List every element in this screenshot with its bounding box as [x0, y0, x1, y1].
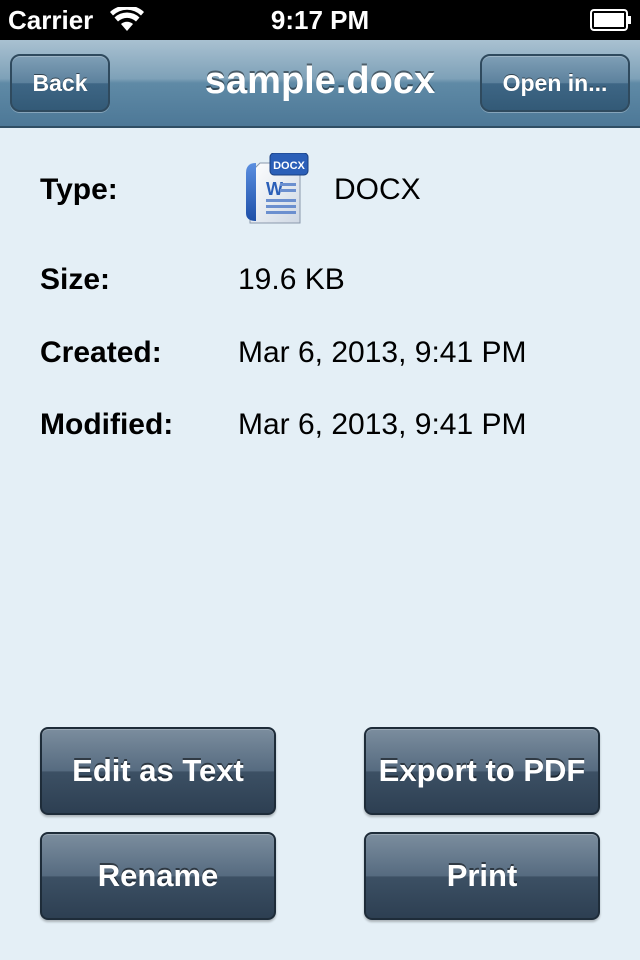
modified-value: Mar 6, 2013, 9:41 PM	[238, 408, 527, 441]
docx-file-icon: DOCX W	[246, 153, 309, 224]
status-bar: Carrier 9:17 PM	[0, 0, 640, 40]
size-label: Size:	[40, 263, 111, 296]
open-in-button[interactable]: Open in...	[480, 54, 630, 112]
created-value: Mar 6, 2013, 9:41 PM	[238, 336, 527, 369]
created-label: Created:	[40, 336, 162, 369]
navigation-bar: Back sample.docx Open in...	[0, 40, 640, 128]
rename-button[interactable]: Rename	[40, 832, 276, 920]
status-time: 9:17 PM	[270, 5, 370, 35]
icon-badge-text: DOCX	[273, 160, 305, 172]
type-label: Type:	[40, 173, 118, 206]
export-to-pdf-button[interactable]: Export to PDF	[364, 727, 600, 815]
print-button[interactable]: Print	[364, 832, 600, 920]
modified-label: Modified:	[40, 408, 174, 441]
battery-icon	[590, 9, 631, 31]
edit-as-text-button[interactable]: Edit as Text	[40, 727, 276, 815]
type-value: DOCX	[334, 173, 421, 206]
size-value: 19.6 KB	[238, 263, 345, 296]
